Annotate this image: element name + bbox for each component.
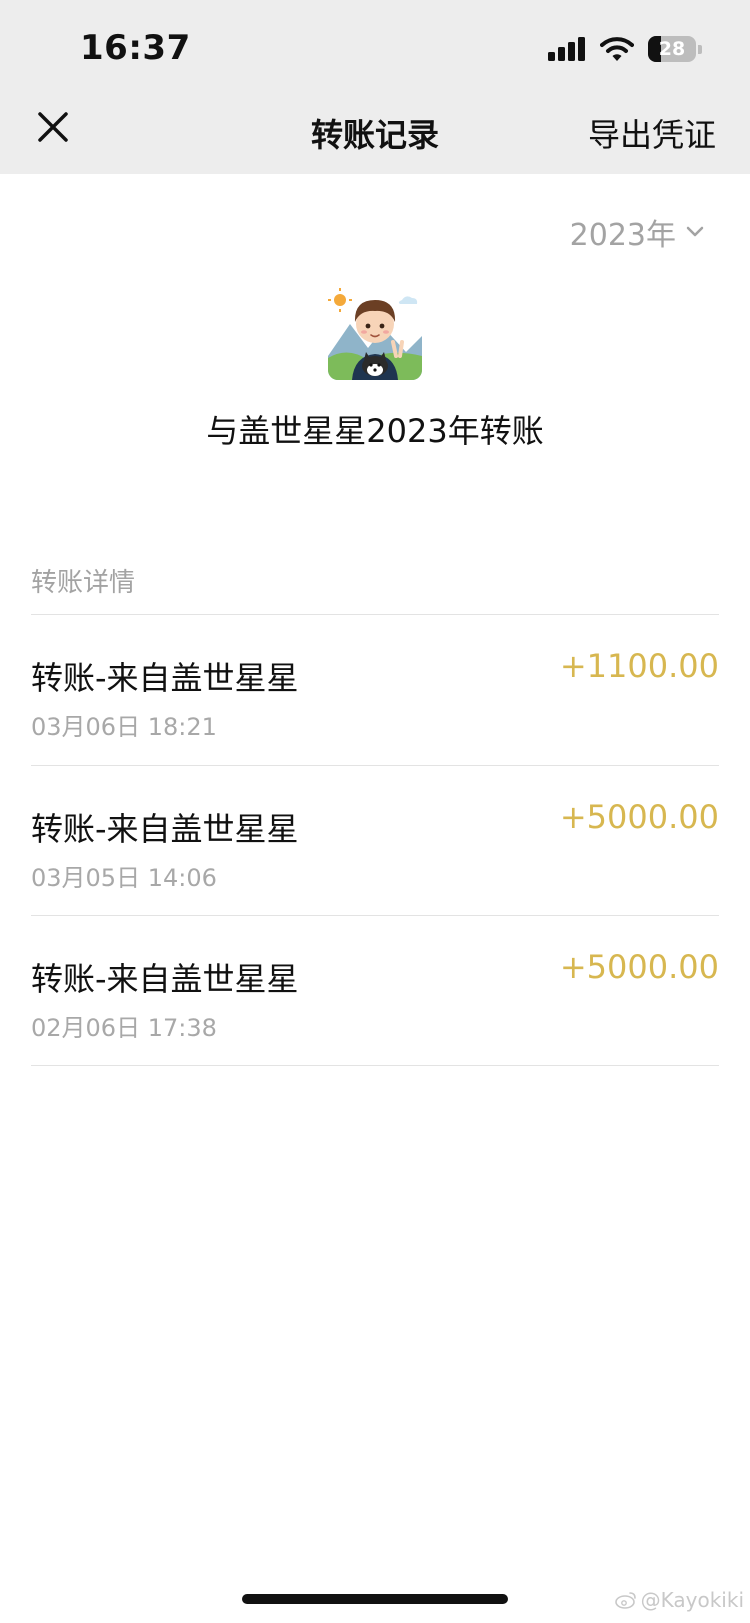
status-icons: 28 [548,34,702,64]
watermark: @Kayokiki [614,1588,744,1612]
record-time: 03月06日 18:21 [31,713,217,741]
record-amount: +5000.00 [559,948,719,986]
transfer-record[interactable]: 转账-来自盖世星星 03月06日 18:21 +1100.00 [31,615,719,765]
record-amount: +5000.00 [559,798,719,836]
status-time: 16:37 [80,28,191,68]
battery-percent: 28 [658,38,686,60]
year-selector[interactable]: 2023年 [570,210,704,254]
watermark-text: @Kayokiki [640,1588,744,1612]
weibo-icon [614,1592,636,1609]
battery-icon: 28 [648,36,696,62]
divider [31,1065,719,1066]
home-indicator[interactable] [242,1594,508,1604]
wifi-icon [600,37,634,61]
transfer-record[interactable]: 转账-来自盖世星星 03月05日 14:06 +5000.00 [31,766,719,916]
year-label: 2023年 [569,218,676,253]
signal-icon [548,37,585,61]
record-title: 转账-来自盖世星星 [31,659,299,697]
battery-cap [698,44,702,54]
chevron-down-icon [686,226,704,237]
export-voucher-button[interactable]: 导出凭证 [588,110,716,156]
record-amount: +1100.00 [559,647,719,685]
section-label: 转账详情 [31,568,136,598]
record-title: 转账-来自盖世星星 [31,960,299,998]
transfer-record[interactable]: 转账-来自盖世星星 02月06日 17:38 +5000.00 [31,916,719,1066]
record-title: 转账-来自盖世星星 [31,810,299,848]
avatar [328,286,422,380]
record-time: 03月05日 14:06 [31,864,217,892]
record-time: 02月06日 17:38 [31,1014,217,1042]
summary-title: 与盖世星星2023年转账 [206,412,544,450]
